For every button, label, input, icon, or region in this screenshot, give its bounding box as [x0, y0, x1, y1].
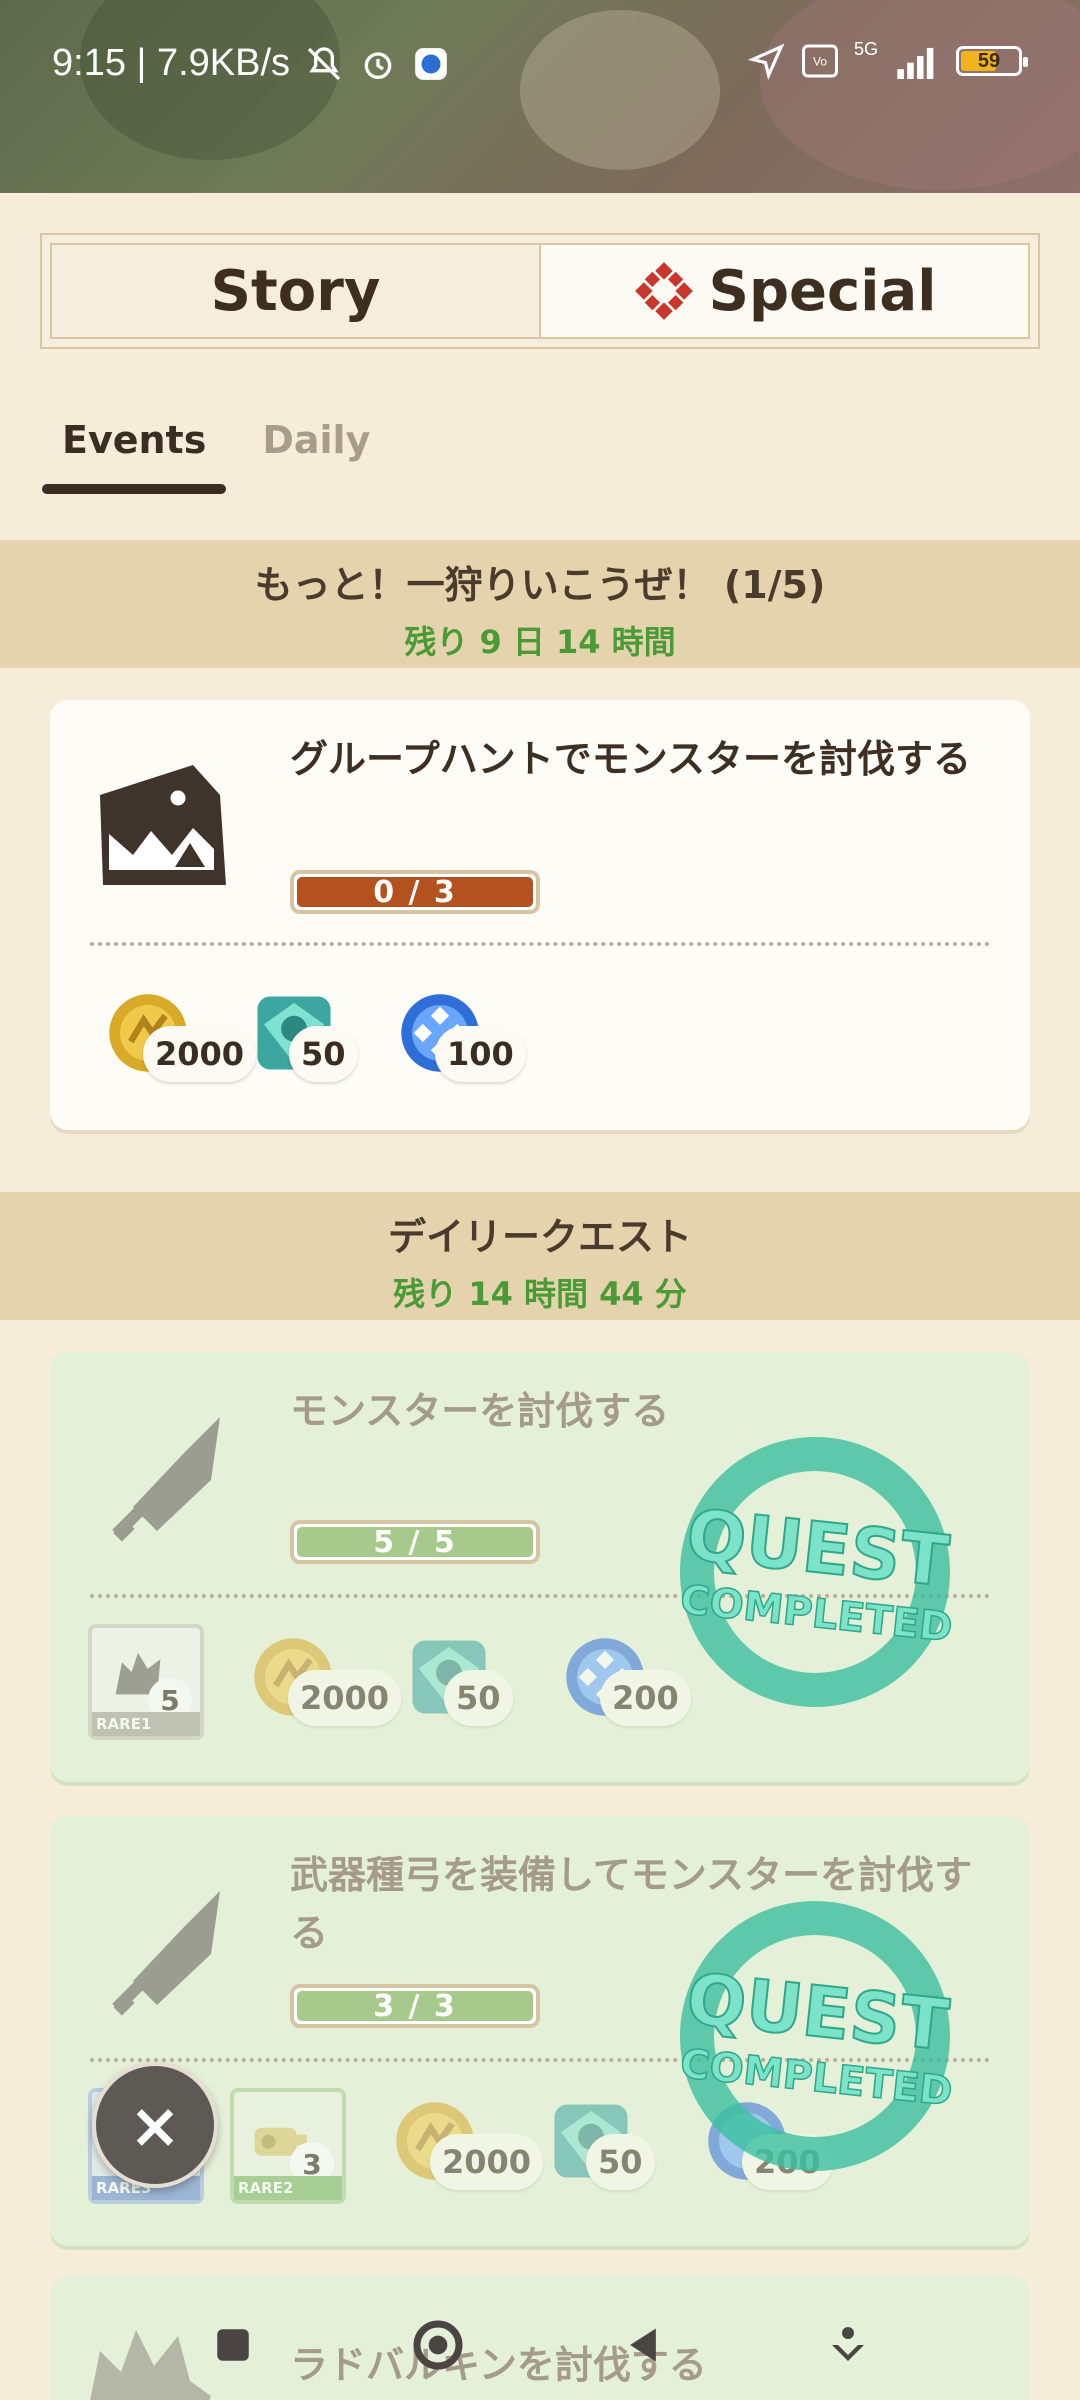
svg-text:Vo: Vo: [813, 55, 827, 69]
quest-completed-stamp: QUEST COMPLETED: [677, 1901, 955, 2171]
sub-tab-bar: Events Daily: [41, 418, 370, 494]
sword-icon: [112, 1891, 220, 2016]
reward-orb: 100: [397, 990, 526, 1086]
close-button[interactable]: ×: [92, 2062, 218, 2188]
reward-gold: 2000: [105, 990, 257, 1086]
event-section-title: もっと！一狩りいこうぜ！ (1/5): [254, 563, 826, 607]
daily-quest-1-progress-text: 5 / 5: [373, 1524, 457, 1560]
tab-story[interactable]: Story: [52, 245, 539, 337]
reward-gem-count: 50: [289, 1026, 358, 1082]
recent-apps-button[interactable]: [198, 2310, 268, 2380]
rare-item-box: 5 RARE1: [88, 1624, 204, 1740]
daily-quest-2-progress: 3 / 3: [290, 1984, 540, 2028]
tab-special-label: Special: [708, 258, 937, 324]
location-icon: [747, 42, 786, 80]
daily-quest-card[interactable]: 武器種弓を装備してモンスターを討伐する 3 / 3 1 RARE3 3 RARE…: [50, 1816, 1030, 2246]
alarm-icon: [358, 44, 398, 84]
special-emblem-icon: [634, 262, 693, 320]
reward-gold-count: 2000: [288, 1670, 402, 1726]
network-type: 5G: [853, 38, 878, 59]
daily-quest-2-progress-text: 3 / 3: [373, 1988, 457, 2024]
daily-quest-1-rewards: 5 RARE1 2000 50 200: [88, 1624, 691, 1740]
app-notification-icon: [412, 45, 450, 83]
status-bar: 9:15 | 7.9KB/s Vo 5G 59: [0, 0, 1080, 130]
event-quest-rewards: 2000 50 100: [105, 990, 526, 1086]
tab-story-label: Story: [210, 258, 381, 324]
daily-section-header: デイリークエスト 残り 14 時間 44 分: [0, 1192, 1080, 1320]
daily-section-remaining: 残り 14 時間 44 分: [393, 1275, 687, 1313]
rare-item-label: RARE1: [92, 1712, 200, 1736]
back-button[interactable]: [608, 2310, 678, 2380]
event-section-remaining: 残り 9 日 14 時間: [404, 623, 676, 661]
reward-gem: 50: [406, 1634, 526, 1730]
menu-button[interactable]: [813, 2310, 883, 2380]
event-section-header: もっと！一狩りいこうぜ！ (1/5) 残り 9 日 14 時間: [0, 540, 1080, 668]
home-button[interactable]: [403, 2310, 473, 2380]
reward-gold: 2000: [392, 2098, 544, 2194]
status-time-speed: 9:15 | 7.9KB/s: [52, 42, 291, 84]
tab-daily[interactable]: Daily: [262, 418, 370, 480]
sword-icon: [112, 1417, 220, 1542]
divider: [90, 942, 990, 946]
daily-quest-card[interactable]: モンスターを討伐する 5 / 5 5 RARE1 2000 50 200 QUE…: [50, 1352, 1030, 1782]
battery-indicator: 59: [956, 46, 1028, 76]
tab-special[interactable]: Special: [539, 245, 1028, 337]
square-icon: [216, 2329, 249, 2361]
main-tab-bar: Story Special: [40, 233, 1040, 349]
reward-gold-count: 2000: [143, 1026, 257, 1082]
event-quest-title: グループハントでモンスターを討伐する: [290, 737, 971, 781]
daily-section-title: デイリークエスト: [387, 1215, 692, 1259]
mute-bell-icon: [304, 44, 344, 84]
volte-icon: Vo: [801, 44, 838, 78]
chevron-down-icon: [831, 2327, 864, 2361]
system-navigation-bar: [0, 2290, 1080, 2400]
reward-orb-count: 100: [435, 1026, 526, 1082]
quest-completed-stamp: QUEST COMPLETED: [677, 1437, 955, 1707]
reward-gem-count: 50: [444, 1670, 513, 1726]
rare-item-label: RARE2: [234, 2176, 342, 2200]
event-quest-progress-text: 0 / 3: [373, 874, 457, 910]
tab-events[interactable]: Events: [41, 418, 227, 494]
close-icon: ×: [129, 2088, 181, 2162]
triangle-back-icon: [629, 2328, 656, 2362]
event-quest-progress: 0 / 3: [290, 870, 540, 914]
reward-gem: 50: [251, 990, 371, 1086]
daily-quest-1-progress: 5 / 5: [290, 1520, 540, 1564]
reward-gold: 2000: [250, 1634, 402, 1730]
reward-gold-count: 2000: [430, 2134, 544, 2190]
circle-icon: [413, 2320, 462, 2370]
reward-gem-count: 50: [586, 2134, 655, 2190]
monster-jaw-icon: [100, 765, 226, 885]
rare-item-box: 3 RARE2: [230, 2088, 346, 2204]
event-quest-card[interactable]: グループハントでモンスターを討伐する 0 / 3 2000 50 100: [50, 700, 1030, 1130]
signal-icon: [894, 43, 940, 79]
